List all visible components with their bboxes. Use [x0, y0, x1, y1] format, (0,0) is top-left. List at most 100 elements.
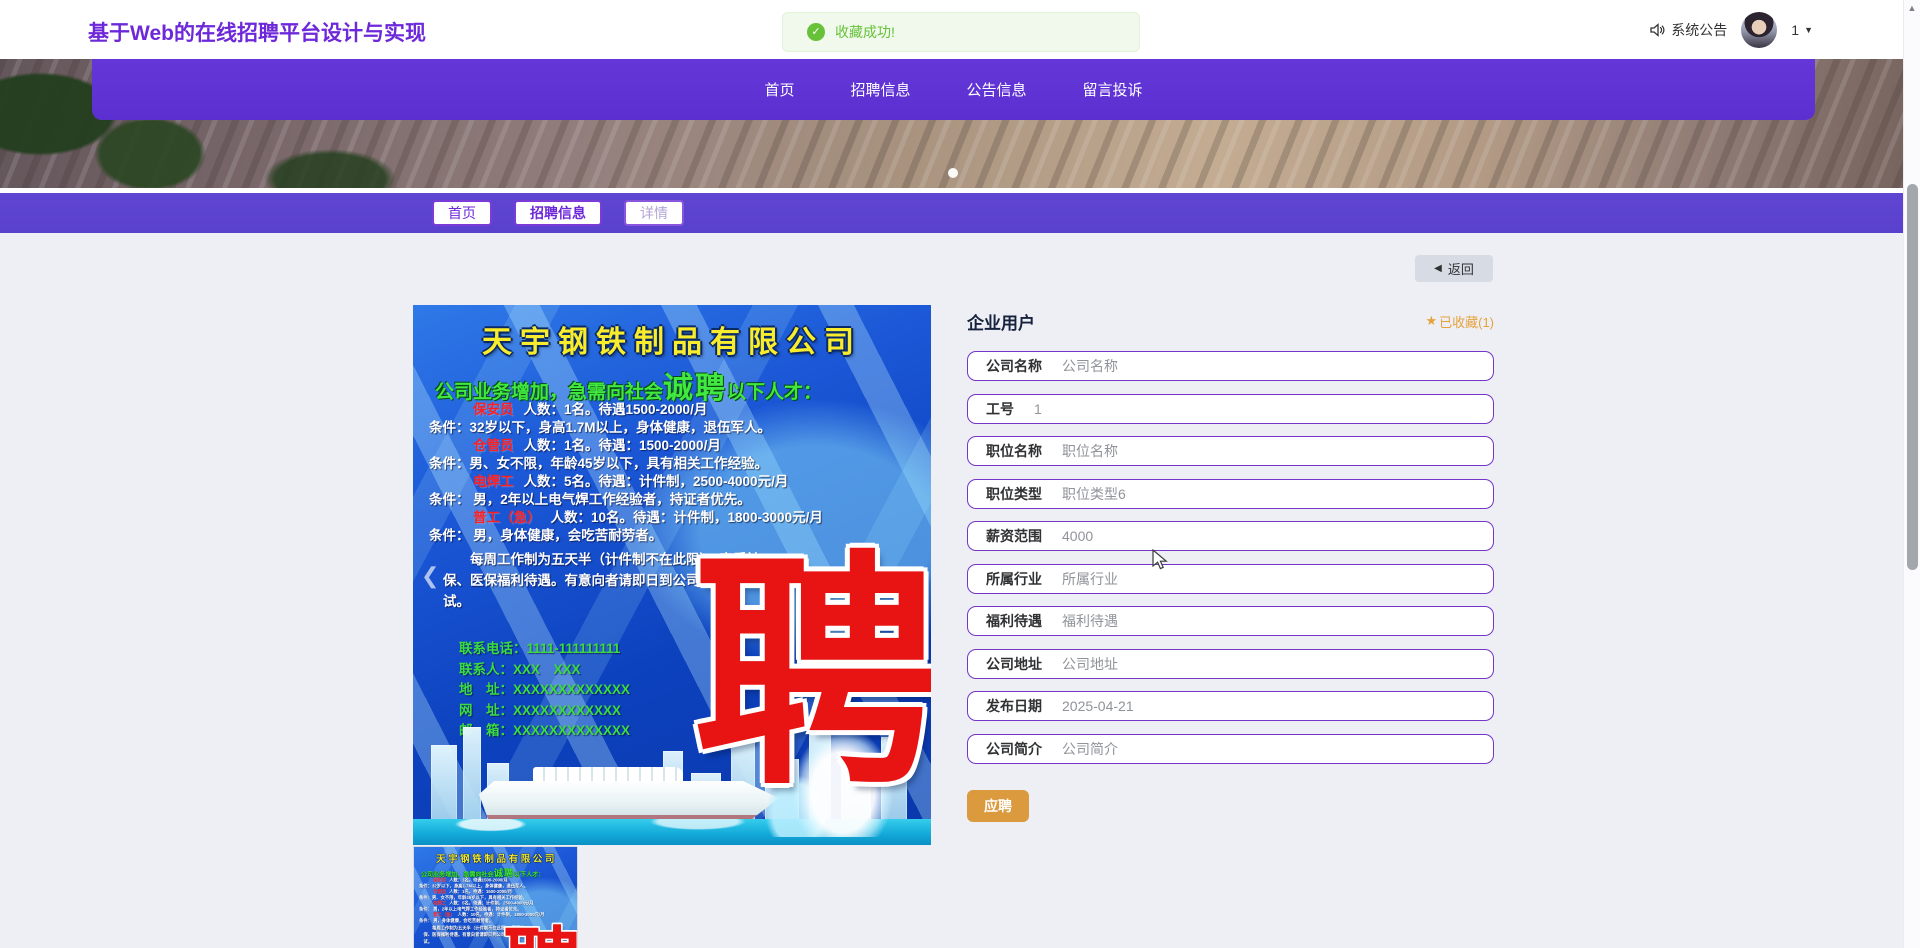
field-value: 1	[1034, 401, 1042, 417]
nav-item[interactable]: 留言投诉	[1083, 79, 1143, 100]
detail-field[interactable]: 工号 1	[967, 394, 1494, 424]
nav-item[interactable]: 招聘信息	[850, 79, 910, 100]
section-title: 企业用户	[967, 309, 1035, 334]
username: 1	[1791, 22, 1799, 38]
detail-field[interactable]: 发布日期 2025-04-21	[967, 691, 1494, 721]
field-list: 公司名称公司名称工号1职位名称职位名称职位类型职位类型6薪资范围4000所属行业…	[967, 351, 1494, 764]
carousel-prev-arrow[interactable]: ❮	[421, 563, 439, 589]
poster-job-head: 仓管员人数：1名。待遇：1500-2000/月	[413, 437, 931, 455]
poster-job-head: 电焊工人数：5名。待遇：计件制，2500-4000元/月	[413, 473, 931, 491]
success-toast: ✓ 收藏成功!	[782, 12, 1140, 52]
breadcrumb-button[interactable]: 首页	[432, 200, 492, 226]
content-area: ◀ 返回	[0, 233, 1903, 948]
field-label: 职位类型	[986, 484, 1042, 504]
poster-job-name: 电焊工	[433, 901, 446, 906]
job-poster-image[interactable]: 天宇钢铁制品有限公司 公司业务增加，急需向社会诚聘以下人才： 保安员人数：1名。…	[413, 305, 931, 845]
poster-job-head: 普工（急） 人数：10名。待遇：计件制，1800-3000元/月	[413, 509, 931, 527]
nav-item[interactable]: 公告信息	[967, 79, 1027, 100]
detail-field[interactable]: 职位名称职位名称	[967, 436, 1494, 466]
detail-field[interactable]: 公司简介公司简介	[967, 734, 1494, 764]
poster-job-name: 仓管员	[433, 889, 446, 894]
poster-job-list: 保安员人数：1名。待遇1500-2000/月条件：32岁以下，身高1.7M以上，…	[413, 401, 931, 545]
poster-hire-character: 聘	[693, 557, 931, 793]
poster-job-name: 普工（急）	[433, 912, 454, 917]
poster-job-name: 保安员	[473, 402, 514, 417]
poster-job-info: 人数：1名。待遇：1500-2000/月	[449, 889, 512, 894]
poster-job-condition: 条件： 男，2年以上电气焊工作经验者，持证者优先。	[413, 491, 931, 509]
field-label: 公司地址	[986, 654, 1042, 674]
scrollbar-up-arrow[interactable]: ▲	[1904, 3, 1920, 13]
poster-job-condition: 条件：32岁以下，身高1.7M以上，身体健康，退伍军人。	[413, 419, 931, 437]
poster-company-name: 天宇钢铁制品有限公司	[414, 851, 578, 865]
back-label: 返回	[1448, 259, 1474, 278]
field-label: 福利待遇	[986, 611, 1042, 631]
poster-job-info: 人数：10名。待遇：计件制，1800-3000元/月	[551, 510, 823, 525]
poster-thumbnail[interactable]: 天宇钢铁制品有限公司 公司业务增加，急需向社会诚聘以下人才： 保安员人数：1名。…	[413, 846, 578, 948]
poster-job-info: 人数：10名。待遇：计件制，1800-3000元/月	[458, 912, 545, 917]
scrollbar: ▲	[1903, 0, 1920, 948]
back-button[interactable]: ◀ 返回	[1415, 255, 1493, 282]
field-label: 职位名称	[986, 441, 1042, 461]
field-value: 所属行业	[1062, 569, 1118, 589]
avatar[interactable]	[1741, 12, 1777, 48]
banner-carousel: 首页 招聘信息 公告信息 留言投诉	[0, 59, 1903, 188]
page-title: 基于Web的在线招聘平台设计与实现	[88, 17, 426, 47]
favorite-button[interactable]: ★ 已收藏(1)	[1425, 312, 1494, 331]
poster-contact-line: 联系电话：1111-111111111	[459, 639, 630, 660]
job-detail-form: 企业用户 ★ 已收藏(1) 公司名称公司名称工号1职位名称职位名称职位类型职位类…	[967, 310, 1494, 822]
header-right: 系统公告 1 ▼	[1649, 0, 1813, 59]
poster-contact-line: 网 址：XXXXXXXXXXXX	[459, 701, 630, 722]
apply-button[interactable]: 应聘	[967, 790, 1029, 822]
field-label: 公司简介	[986, 739, 1042, 759]
field-value: 公司简介	[1062, 739, 1118, 759]
field-value: 4000	[1062, 528, 1093, 544]
detail-field[interactable]: 薪资范围 4000	[967, 521, 1494, 551]
poster-thumbnail-inner: 天宇钢铁制品有限公司 公司业务增加，急需向社会诚聘以下人才： 保安员人数：1名。…	[414, 847, 578, 948]
announcement-label: 系统公告	[1671, 20, 1727, 40]
scrollbar-thumb[interactable]	[1907, 184, 1918, 570]
star-icon: ★	[1425, 313, 1437, 329]
poster-job-list: 保安员人数：1名。待遇1500-2000/月条件：32岁以下，身高1.7M以上，…	[414, 878, 578, 924]
poster-job-info: 人数：5名。待遇：计件制，2500-4000元/月	[449, 901, 533, 906]
back-arrow-icon: ◀	[1434, 263, 1442, 274]
field-label: 所属行业	[986, 569, 1042, 589]
form-header: 企业用户 ★ 已收藏(1)	[967, 310, 1494, 332]
field-value: 职位名称	[1062, 441, 1118, 461]
breadcrumb-button[interactable]: 招聘信息	[514, 200, 602, 226]
field-value: 2025-04-21	[1062, 698, 1134, 714]
field-value: 福利待遇	[1062, 611, 1118, 631]
poster-job-name: 普工（急）	[473, 510, 541, 525]
poster-contact-line: 联系人：XXX XXX	[459, 660, 630, 681]
detail-field[interactable]: 公司名称公司名称	[967, 351, 1494, 381]
check-circle-icon: ✓	[807, 23, 825, 41]
poster-job-name: 仓管员	[473, 438, 514, 453]
breadcrumb-button[interactable]: 详情	[624, 200, 684, 226]
poster-job-info: 人数：1名。待遇1500-2000/月	[449, 878, 508, 883]
field-label: 发布日期	[986, 696, 1042, 716]
poster-job-condition: 条件：男、女不限，年龄45岁以下，具有相关工作经验。	[413, 455, 931, 473]
poster: 天宇钢铁制品有限公司 公司业务增加，急需向社会诚聘以下人才： 保安员人数：1名。…	[414, 847, 578, 948]
field-label: 公司名称	[986, 356, 1042, 376]
chevron-down-icon: ▼	[1804, 25, 1813, 35]
field-label: 工号	[986, 399, 1014, 419]
detail-field[interactable]: 福利待遇福利待遇	[967, 606, 1494, 636]
detail-field[interactable]: 职位类型职位类型6	[967, 479, 1494, 509]
nav-item[interactable]: 首页	[764, 79, 794, 100]
poster: 天宇钢铁制品有限公司 公司业务增加，急需向社会诚聘以下人才： 保安员人数：1名。…	[413, 305, 931, 845]
poster-job-info: 人数：1名。待遇1500-2000/月	[524, 402, 708, 417]
detail-field[interactable]: 所属行业所属行业	[967, 564, 1494, 594]
carousel-indicator-dot[interactable]	[948, 168, 958, 178]
main-nav: 首页 招聘信息 公告信息 留言投诉	[92, 59, 1815, 120]
poster-job-info: 人数：1名。待遇：1500-2000/月	[524, 438, 721, 453]
speaker-icon	[1649, 22, 1665, 38]
poster-job-info: 人数：5名。待遇：计件制，2500-4000元/月	[524, 474, 789, 489]
poster-contact-line: 地 址：XXXXXXXXXXXXX	[459, 680, 630, 701]
user-menu[interactable]: 1 ▼	[1791, 22, 1813, 38]
system-announcement-link[interactable]: 系统公告	[1649, 20, 1727, 40]
detail-field[interactable]: 公司地址公司地址	[967, 649, 1494, 679]
field-value: 职位类型6	[1062, 484, 1126, 504]
field-label: 薪资范围	[986, 526, 1042, 546]
breadcrumb: 首页招聘信息详情	[0, 193, 1903, 233]
poster-job-name: 保安员	[433, 878, 446, 883]
poster-job-head: 保安员人数：1名。待遇1500-2000/月	[413, 401, 931, 419]
